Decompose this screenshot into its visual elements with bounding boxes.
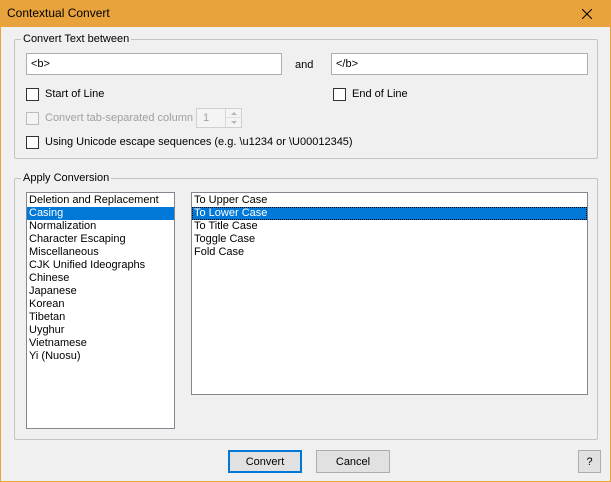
unicode-escape-box[interactable] bbox=[26, 135, 39, 149]
end-of-line-box[interactable] bbox=[333, 87, 346, 101]
category-list-item[interactable]: Normalization bbox=[27, 220, 174, 233]
column-spinner-buttons bbox=[225, 109, 241, 127]
category-list-item[interactable]: Japanese bbox=[27, 285, 174, 298]
category-list-item[interactable]: Chinese bbox=[27, 272, 174, 285]
operation-listbox[interactable]: To Upper Case To Lower Case To Title Case T… bbox=[191, 192, 588, 395]
category-list-item[interactable]: Yi (Nuosu) bbox=[27, 350, 174, 363]
close-button[interactable] bbox=[564, 1, 610, 27]
category-list-item[interactable]: Casing bbox=[27, 207, 174, 220]
tab-column-box[interactable] bbox=[26, 111, 39, 125]
operation-list-item[interactable]: To Lower Case bbox=[192, 207, 587, 220]
arrow-up-icon bbox=[230, 111, 237, 115]
and-label: and bbox=[295, 59, 314, 71]
close-icon bbox=[582, 9, 592, 19]
category-list-item[interactable]: Character Escaping bbox=[27, 233, 174, 246]
category-list-item[interactable]: Uyghur bbox=[27, 324, 174, 337]
spin-up-button[interactable] bbox=[226, 109, 241, 118]
category-list-item[interactable]: Vietnamese bbox=[27, 337, 174, 350]
category-list-item[interactable]: Deletion and Replacement bbox=[27, 194, 174, 207]
start-of-line-box[interactable] bbox=[26, 87, 39, 101]
unicode-escape-label: Using Unicode escape sequences (e.g. \u1… bbox=[45, 136, 353, 148]
end-tag-input[interactable]: </b> bbox=[331, 53, 588, 75]
convert-button[interactable]: Convert bbox=[228, 450, 302, 473]
contextual-convert-dialog: Contextual Convert Convert Text between … bbox=[0, 0, 611, 482]
column-spinner-value: 1 bbox=[203, 112, 210, 124]
start-of-line-label: Start of Line bbox=[45, 88, 105, 100]
end-of-line-checkbox[interactable]: End of Line bbox=[333, 87, 408, 101]
operation-list-item[interactable]: To Upper Case bbox=[192, 194, 587, 207]
arrow-down-icon bbox=[230, 121, 237, 124]
start-tag-input[interactable]: <b> bbox=[26, 53, 282, 75]
end-of-line-label: End of Line bbox=[352, 88, 408, 100]
title-bar[interactable]: Contextual Convert bbox=[1, 1, 610, 27]
category-list-item[interactable]: Korean bbox=[27, 298, 174, 311]
start-of-line-checkbox[interactable]: Start of Line bbox=[26, 87, 104, 101]
category-list-item[interactable]: Tibetan bbox=[27, 311, 174, 324]
spin-down-button[interactable] bbox=[226, 118, 241, 127]
unicode-escape-checkbox[interactable]: Using Unicode escape sequences (e.g. \u1… bbox=[26, 135, 353, 149]
operation-list-item[interactable]: To Title Case bbox=[192, 220, 587, 233]
cancel-button[interactable]: Cancel bbox=[316, 450, 390, 473]
apply-conversion-group-title: Apply Conversion bbox=[21, 171, 112, 185]
column-spinner[interactable]: 1 bbox=[196, 108, 242, 128]
category-listbox[interactable]: Deletion and Replacement Casing Normalizat… bbox=[26, 192, 175, 429]
tab-column-label: Convert tab-separated column bbox=[45, 112, 193, 124]
category-list-item[interactable]: Miscellaneous bbox=[27, 246, 174, 259]
operation-list-item[interactable]: Fold Case bbox=[192, 246, 587, 259]
convert-text-group-title: Convert Text between bbox=[21, 32, 132, 46]
category-list-item[interactable]: CJK Unified Ideographs bbox=[27, 259, 174, 272]
operation-list-item[interactable]: Toggle Case bbox=[192, 233, 587, 246]
tab-column-checkbox[interactable]: Convert tab-separated column bbox=[26, 111, 193, 125]
help-button[interactable]: ? bbox=[578, 450, 601, 473]
window-title: Contextual Convert bbox=[7, 6, 110, 20]
